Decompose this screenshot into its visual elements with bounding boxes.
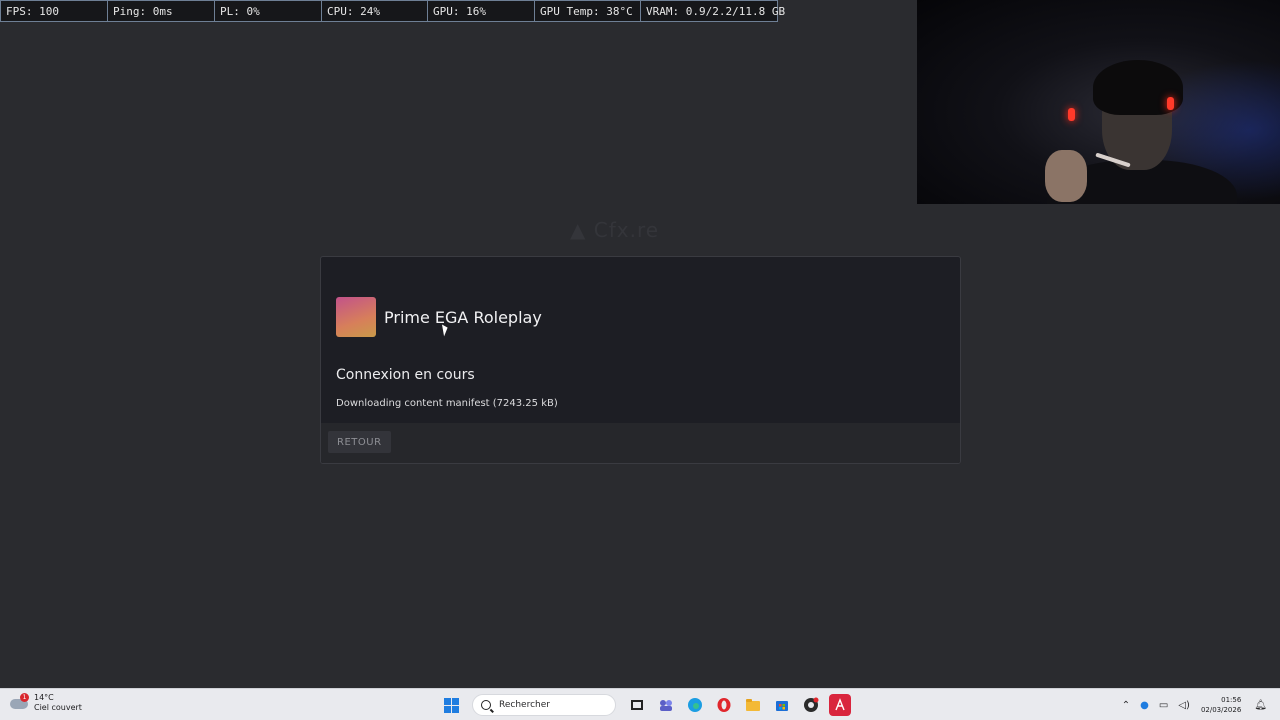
obs-icon[interactable] <box>800 694 822 716</box>
gpu-temp-readout: GPU Temp: 38°C <box>535 1 641 21</box>
connection-dialog: Prime EGA Roleplay Connexion en cours Do… <box>320 256 961 464</box>
store-icon[interactable] <box>771 694 793 716</box>
clock-time: 01:56 <box>1221 696 1242 704</box>
ping-readout: Ping: 0ms <box>108 1 215 21</box>
system-tray: ⌃ ● ▭ ◁) 01:56 02/03/2026 🔔︎ <box>1117 692 1272 718</box>
taskbar-clock[interactable]: 01:56 02/03/2026 <box>1201 695 1241 715</box>
headset-led-right <box>1167 97 1174 110</box>
chevron-up-icon[interactable]: ⌃ <box>1122 700 1130 711</box>
weather-text: 14°C Ciel couvert <box>34 693 82 713</box>
edge-icon[interactable] <box>684 694 706 716</box>
weather-condition: Ciel couvert <box>34 703 82 712</box>
task-view-icon[interactable] <box>626 694 648 716</box>
teams-icon[interactable] <box>655 694 677 716</box>
connection-status-title: Connexion en cours <box>336 367 475 383</box>
cloud-icon: 1 <box>8 693 29 710</box>
webcam-feed <box>917 0 1280 204</box>
dialog-footer: RETOUR <box>321 423 960 463</box>
webcam-person-hand <box>1045 150 1087 202</box>
weather-temperature: 14°C <box>34 693 54 702</box>
server-header: Prime EGA Roleplay <box>336 297 542 337</box>
file-explorer-icon[interactable] <box>742 694 764 716</box>
start-button[interactable] <box>441 694 463 716</box>
opera-icon[interactable] <box>713 694 735 716</box>
cfx-logo: ▲ Cfx.re <box>570 218 659 242</box>
clock-date: 02/03/2026 <box>1200 706 1242 714</box>
headset-led-left <box>1068 108 1075 121</box>
server-name: Prime EGA Roleplay <box>384 307 542 327</box>
cfx-logo-text: Cfx.re <box>593 218 660 242</box>
taskbar-search[interactable]: Rechercher <box>472 694 616 716</box>
back-button[interactable]: RETOUR <box>328 431 391 453</box>
cfx-logo-icon: ▲ <box>570 218 594 242</box>
gpu-readout: GPU: 16% <box>428 1 535 21</box>
volume-icon[interactable]: ◁) <box>1178 700 1190 711</box>
vram-readout: VRAM: 0.9/2.2/11.8 GB <box>646 4 786 18</box>
notification-badge: 1 <box>20 693 29 702</box>
connection-status-detail: Downloading content manifest (7243.25 kB… <box>336 398 558 409</box>
network-icon[interactable]: ▭ <box>1159 700 1168 711</box>
search-icon <box>481 700 491 710</box>
server-icon <box>336 297 376 337</box>
taskbar: 1 14°C Ciel couvert Rechercher ⌃ ● ▭ ◁) … <box>0 688 1280 720</box>
search-placeholder: Rechercher <box>499 700 550 710</box>
fps-readout: FPS: 100 <box>1 1 108 21</box>
windows-start-icon <box>444 697 459 713</box>
notifications-icon[interactable]: 🔔︎ <box>1254 700 1267 711</box>
performance-overlay: FPS: 100 Ping: 0ms PL: 0% CPU: 24% GPU: … <box>0 0 786 22</box>
weather-widget[interactable]: 1 14°C Ciel couvert <box>8 693 82 713</box>
taskbar-pinned-apps: Rechercher <box>437 692 854 718</box>
packet-loss-readout: PL: 0% <box>215 1 322 21</box>
app-icon[interactable] <box>828 694 851 716</box>
microphone-icon[interactable]: ● <box>1140 700 1149 711</box>
cpu-readout: CPU: 24% <box>322 1 428 21</box>
